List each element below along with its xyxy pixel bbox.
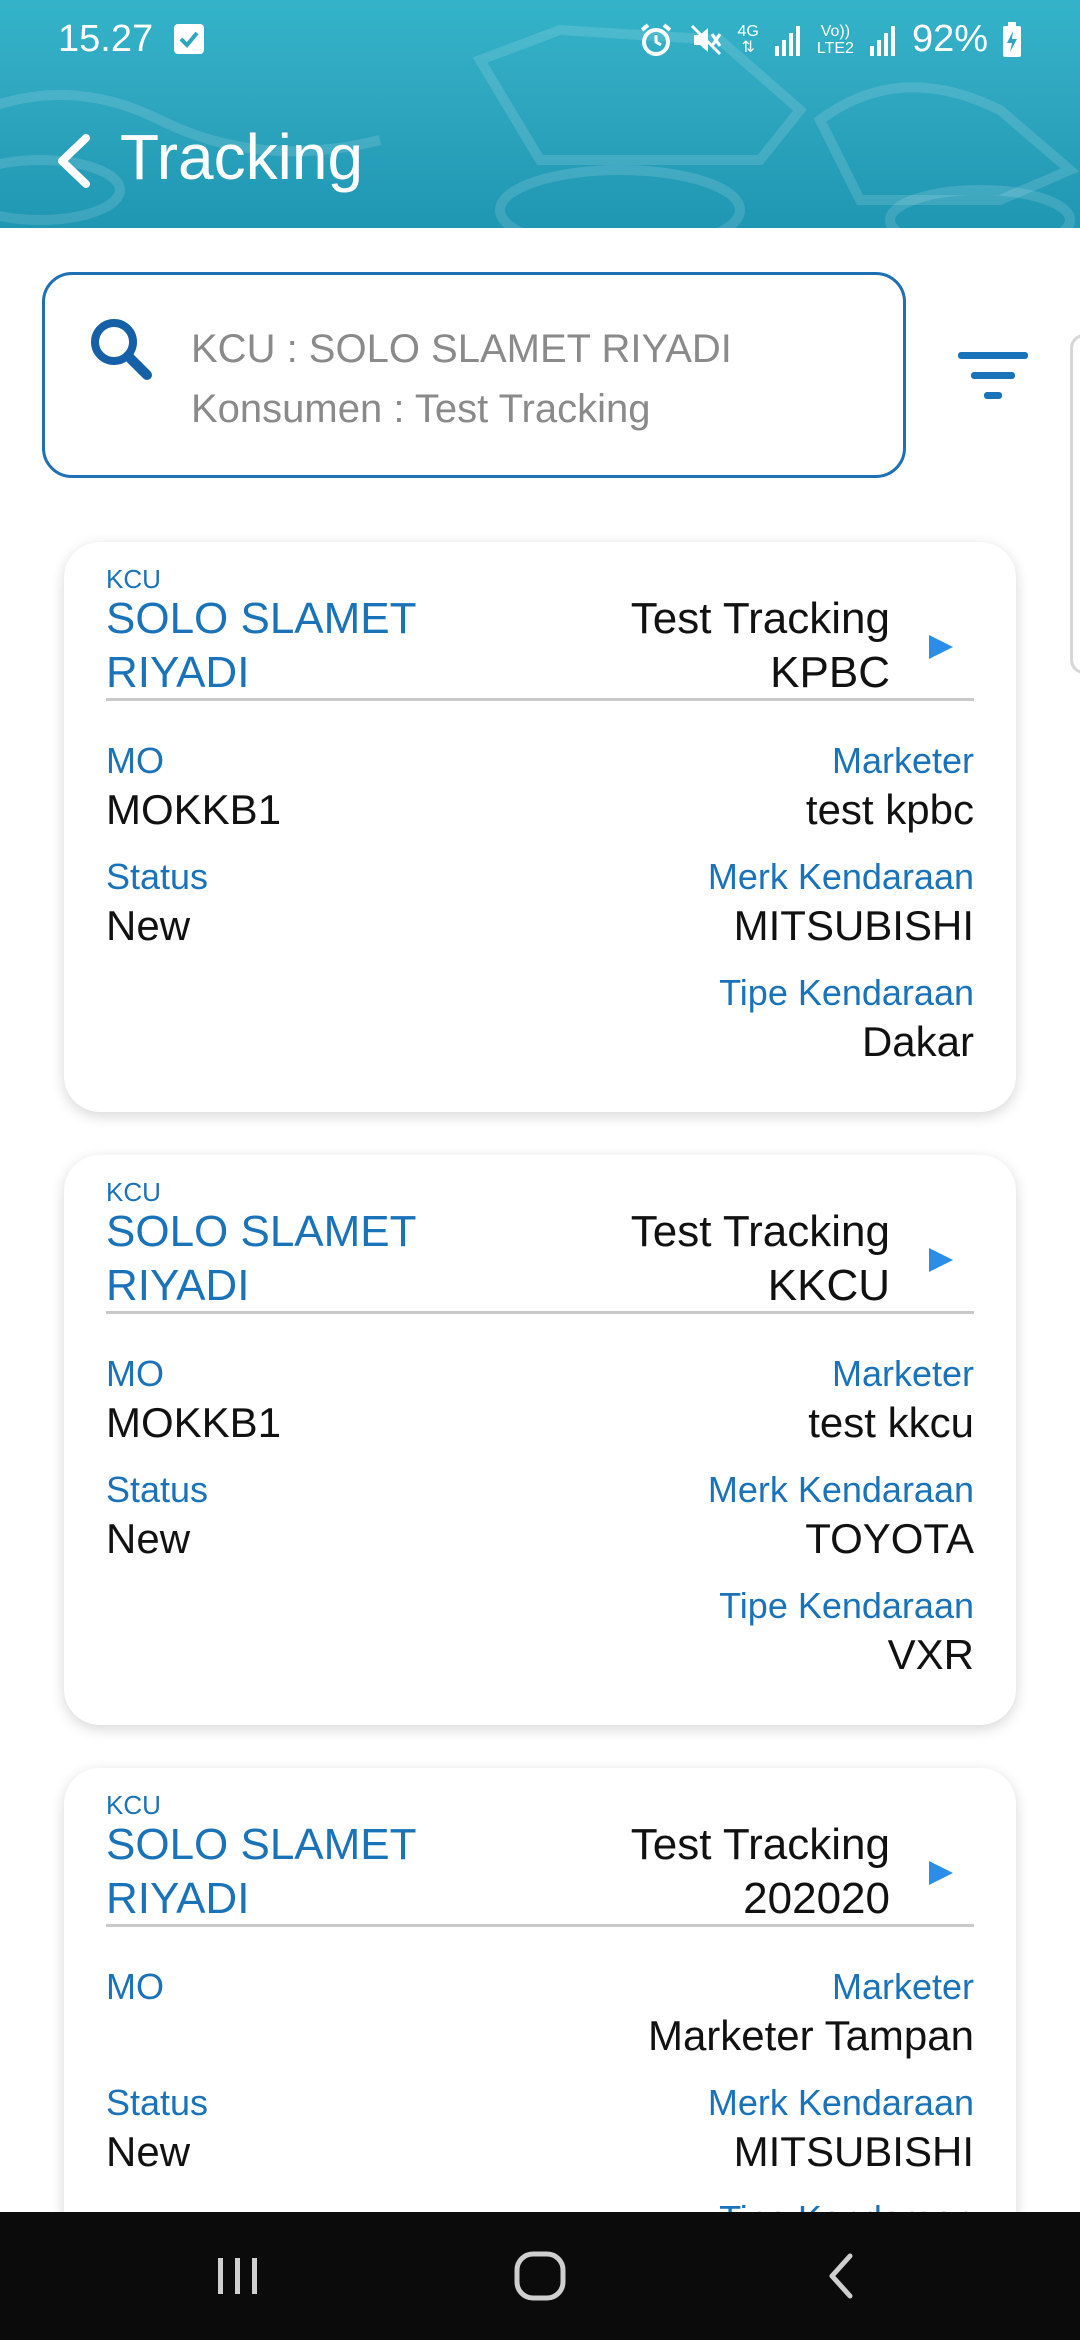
checkbox-notification-icon: [174, 24, 204, 54]
kcu-value-line2: RIYADI: [106, 1261, 250, 1310]
kcu-value-line1: SOLO SLAMET: [106, 1820, 417, 1869]
kcu-value: SOLO SLAMET RIYADI: [106, 1205, 466, 1313]
app-header: 15.27 4G ⇅ Vo)) LTE2 92% Tracking: [0, 0, 1080, 228]
mo-label: MO: [106, 1353, 164, 1394]
kcu-label: KCU: [106, 1790, 161, 1820]
tipe-value: VXR: [887, 1631, 974, 1678]
consumer-name: Test Tracking 202020: [631, 1818, 890, 1926]
side-panel-edge[interactable]: [1070, 334, 1080, 674]
status-bar: 15.27 4G ⇅ Vo)) LTE2 92%: [0, 0, 1080, 82]
kcu-value-line2: RIYADI: [106, 1874, 250, 1923]
title-bar: Tracking: [0, 112, 1080, 212]
status-label: Status: [106, 2082, 209, 2123]
merk-label: Merk Kendaraan: [707, 2082, 974, 2123]
page-title: Tracking: [120, 121, 364, 193]
battery-charging-icon: [1003, 21, 1021, 57]
consumer-name-line1: Test Tracking: [630, 1207, 890, 1256]
consumer-name-line2: KKCU: [767, 1261, 890, 1310]
tracking-card[interactable]: KCU SOLO SLAMET RIYADI Test Tracking KPB…: [64, 542, 1016, 1112]
consumer-name-line2: KPBC: [770, 648, 890, 697]
merk-label: Merk Kendaraan: [707, 1469, 974, 1510]
network-4g-icon: 4G ⇅: [737, 22, 759, 56]
mute-icon: [690, 24, 721, 55]
consumer-name-line1: Test Tracking: [630, 1820, 890, 1869]
marketer-label: Marketer: [831, 740, 974, 781]
tipe-value: Dakar: [861, 1018, 974, 1065]
divider: [106, 698, 974, 701]
consumer-name: Test Tracking KKCU: [631, 1205, 890, 1313]
status-value: New: [106, 902, 191, 949]
marketer-label: Marketer: [831, 1966, 974, 2007]
merk-value: TOYOTA: [805, 1515, 974, 1562]
consumer-name-line1: Test Tracking: [630, 594, 890, 643]
marketer-value: test kkcu: [808, 1399, 974, 1446]
kcu-value: SOLO SLAMET RIYADI: [106, 592, 466, 700]
merk-label: Merk Kendaraan: [707, 856, 974, 897]
home-icon[interactable]: [510, 2248, 570, 2304]
signal-icon-2: [869, 25, 895, 56]
play-arrow-icon[interactable]: [926, 1245, 956, 1275]
kcu-value-line2: RIYADI: [106, 648, 250, 697]
signal-icon-1: [774, 25, 800, 56]
volte-icon: Vo)) LTE2: [817, 23, 854, 57]
recent-apps-icon[interactable]: [208, 2248, 268, 2304]
search-filter-kcu: KCU : SOLO SLAMET RIYADI: [191, 327, 732, 371]
tracking-card[interactable]: KCU SOLO SLAMET RIYADI Test Tracking KKC…: [64, 1155, 1016, 1725]
status-label: Status: [106, 856, 209, 897]
divider: [106, 1924, 974, 1927]
status-label: Status: [106, 1469, 209, 1510]
chevron-left-icon[interactable]: [46, 126, 106, 196]
divider: [106, 1311, 974, 1314]
network-4g-label: 4G: [737, 22, 759, 40]
kcu-label: KCU: [106, 1177, 161, 1207]
play-arrow-icon[interactable]: [926, 632, 956, 662]
filter-icon[interactable]: [956, 348, 1030, 404]
kcu-value-line1: SOLO SLAMET: [106, 1207, 417, 1256]
battery-percent: 92%: [911, 18, 988, 60]
marketer-value: test kpbc: [805, 786, 974, 833]
volte-label-top: Vo)): [820, 22, 851, 40]
back-nav-icon[interactable]: [812, 2248, 872, 2304]
status-time: 15.27: [58, 18, 154, 60]
search-field[interactable]: KCU : SOLO SLAMET RIYADI Konsumen : Test…: [42, 272, 906, 478]
tipe-label: Tipe Kendaraan: [719, 972, 974, 1013]
consumer-name-line2: 202020: [743, 1874, 890, 1923]
volte-label-bottom: LTE2: [816, 39, 854, 57]
merk-value: MITSUBISHI: [733, 902, 974, 949]
alarm-icon: [640, 22, 671, 56]
mo-value: MOKKB1: [106, 786, 282, 833]
kcu-value-line1: SOLO SLAMET: [106, 594, 417, 643]
tipe-label: Tipe Kendaraan: [719, 1585, 974, 1626]
mo-label: MO: [106, 1966, 164, 2007]
status-value: New: [106, 2128, 191, 2175]
kcu-label: KCU: [106, 564, 161, 594]
marketer-value: Marketer Tampan: [647, 2012, 974, 2059]
system-navigation-bar: [0, 2212, 1080, 2340]
merk-value: MITSUBISHI: [733, 2128, 974, 2175]
status-value: New: [106, 1515, 191, 1562]
mo-label: MO: [106, 740, 164, 781]
consumer-name: Test Tracking KPBC: [631, 592, 890, 700]
play-arrow-icon[interactable]: [926, 1858, 956, 1888]
status-icons: 4G ⇅ Vo)) LTE2 92%: [638, 18, 1022, 61]
search-icon: [91, 319, 152, 380]
mo-value: MOKKB1: [106, 1399, 282, 1446]
search-filter-konsumen: Konsumen : Test Tracking: [191, 387, 651, 431]
marketer-label: Marketer: [831, 1353, 974, 1394]
kcu-value: SOLO SLAMET RIYADI: [106, 1818, 466, 1926]
